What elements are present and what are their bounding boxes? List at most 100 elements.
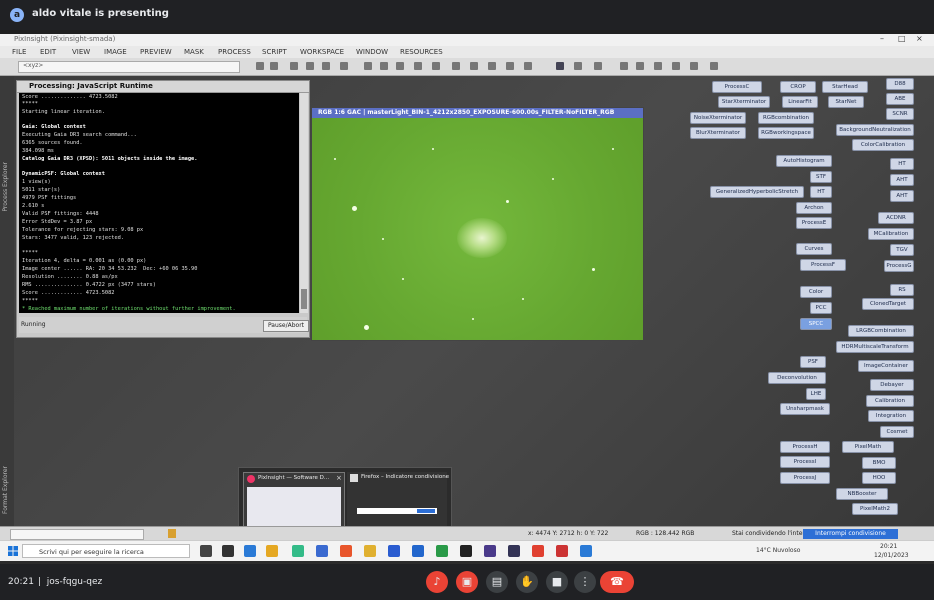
undo-icon[interactable] (256, 62, 264, 70)
process-icon[interactable]: HOO (862, 472, 896, 484)
app-icon[interactable] (436, 545, 448, 557)
process-icon[interactable]: Deconvolution (768, 372, 826, 384)
app-icon[interactable] (412, 545, 424, 557)
captions-icon[interactable]: ▤ (486, 571, 508, 593)
windows-start-icon[interactable] (8, 546, 18, 556)
process-icon[interactable]: PixelMath (842, 441, 894, 453)
word-icon[interactable] (388, 545, 400, 557)
raise-hand-icon[interactable]: ✋ (516, 571, 538, 593)
menu-mask[interactable]: MASK (184, 48, 204, 56)
zoom-1-icon[interactable] (414, 62, 422, 70)
explorer-icon[interactable] (620, 62, 628, 70)
zoom-out-icon[interactable] (380, 62, 388, 70)
process-icon[interactable]: HT (810, 186, 832, 198)
process-icon[interactable]: NoiseXterminator (690, 112, 746, 124)
console-scrollbar[interactable] (300, 93, 308, 313)
process-icon[interactable]: ACDNR (878, 212, 914, 224)
scroll-thumb[interactable] (301, 289, 307, 309)
process-icon[interactable]: ImageContainer (858, 360, 914, 372)
pan-icon[interactable] (432, 62, 440, 70)
history-icon[interactable] (636, 62, 644, 70)
process-icon[interactable]: ClonedTarget (862, 298, 914, 310)
process-icon-selected[interactable]: SPCC (800, 318, 832, 330)
process-icon[interactable]: SCNR (886, 108, 914, 120)
bottom-combo[interactable] (10, 529, 144, 540)
firefox-taskbar-icon[interactable] (340, 545, 352, 557)
menu-workspace[interactable]: WORKSPACE (300, 48, 344, 56)
app-icon[interactable] (484, 545, 496, 557)
close-thumbnail-icon[interactable]: × (336, 474, 342, 482)
process-icon[interactable]: Archon (796, 202, 832, 214)
star-field-image[interactable] (312, 118, 643, 340)
process-icon[interactable]: MCalibration (868, 228, 914, 240)
maximize-icon[interactable]: □ (898, 34, 906, 43)
app-icon[interactable] (580, 545, 592, 557)
process-icon[interactable]: ProcessH (780, 441, 830, 453)
more-options-icon[interactable]: ⋮ (574, 571, 596, 593)
process-icon[interactable]: ProcessE (796, 217, 832, 229)
process-icon[interactable]: LRGBCombination (848, 325, 914, 337)
task-view-icon[interactable] (200, 545, 212, 557)
stf-icon[interactable] (506, 62, 514, 70)
process-icon[interactable]: TGV (890, 244, 914, 256)
copy-icon[interactable] (306, 62, 314, 70)
console-title-bar[interactable]: Processing: JavaScript Runtime (17, 81, 309, 93)
menu-resources[interactable]: RESOURCES (400, 48, 443, 56)
process-icon[interactable]: Integration (868, 410, 914, 422)
process-icon[interactable]: PixelMath2 (852, 503, 898, 515)
minimize-icon[interactable]: – (880, 34, 884, 43)
redo-icon[interactable] (270, 62, 278, 70)
process-icon[interactable]: Calibration (866, 395, 914, 407)
menu-script[interactable]: SCRIPT (262, 48, 287, 56)
app-icon[interactable] (532, 545, 544, 557)
window-mode-icon[interactable] (556, 62, 564, 70)
process-icon[interactable]: ProcessF (800, 259, 846, 271)
console-icon[interactable] (654, 62, 662, 70)
process-icon[interactable]: StarHead (822, 81, 868, 93)
present-screen-icon[interactable]: ■ (546, 571, 568, 593)
process-explorer-tab[interactable]: Process Explorer (2, 162, 9, 212)
preview-icon[interactable] (470, 62, 478, 70)
zoom-in-icon[interactable] (364, 62, 372, 70)
process-icon[interactable]: ProcessG (884, 260, 914, 272)
mail-icon[interactable] (244, 545, 256, 557)
image-title-bar[interactable]: RGB 1:6 GAC | masterLight_BIN-1_4212x285… (312, 108, 643, 118)
mask-icon[interactable] (488, 62, 496, 70)
format-icon[interactable] (672, 62, 680, 70)
process-icon[interactable]: AHT (890, 174, 914, 186)
pixinsight-taskbar-icon[interactable] (508, 545, 520, 557)
bottom-tool-icon[interactable] (168, 529, 176, 538)
menu-window[interactable]: WINDOW (356, 48, 388, 56)
process-icon[interactable]: STF (810, 171, 832, 183)
process-icon[interactable]: GeneralizedHyperbolicStretch (710, 186, 804, 198)
menu-file[interactable]: FILE (12, 48, 26, 56)
camera-off-icon[interactable]: ▣ (456, 571, 478, 593)
process-icon[interactable]: PSF (800, 356, 826, 368)
menu-view[interactable]: VIEW (72, 48, 90, 56)
process-icon[interactable]: PCC (810, 302, 832, 314)
save-icon[interactable] (340, 62, 348, 70)
process-icon[interactable]: LinearFit (782, 96, 818, 108)
process-icon[interactable]: ProcessC (712, 81, 762, 93)
acrobat-icon[interactable] (556, 545, 568, 557)
process-icon[interactable]: D88 (886, 78, 914, 90)
process-icon[interactable]: HDRMultiscaleTransform (836, 341, 914, 353)
process-icon[interactable]: BlurXterminator (690, 127, 746, 139)
microphone-off-icon[interactable]: ♪ (426, 571, 448, 593)
process-icon[interactable]: Debayer (870, 379, 914, 391)
taskbar-search-box[interactable]: Scrivi qui per eseguire la ricerca (22, 544, 190, 558)
process-icon[interactable]: BackgroundNeutralization (836, 124, 914, 136)
settings-icon[interactable] (222, 545, 234, 557)
process-icon[interactable]: Curves (796, 243, 832, 255)
menu-image[interactable]: IMAGE (104, 48, 127, 56)
weather-readout[interactable]: 14°C Nuvoloso (756, 547, 800, 554)
process-icon[interactable]: StarXterminator (718, 96, 770, 108)
process-icon[interactable]: RS (890, 284, 914, 296)
menu-preview[interactable]: PREVIEW (140, 48, 172, 56)
paste-icon[interactable] (322, 62, 330, 70)
process-icon[interactable]: Unsharpmask (780, 403, 830, 415)
process-icon[interactable]: StarNet (828, 96, 864, 108)
tile-icon[interactable] (574, 62, 582, 70)
view-selector[interactable]: <xyz> (18, 61, 240, 73)
process-icon[interactable]: AHT (890, 190, 914, 202)
